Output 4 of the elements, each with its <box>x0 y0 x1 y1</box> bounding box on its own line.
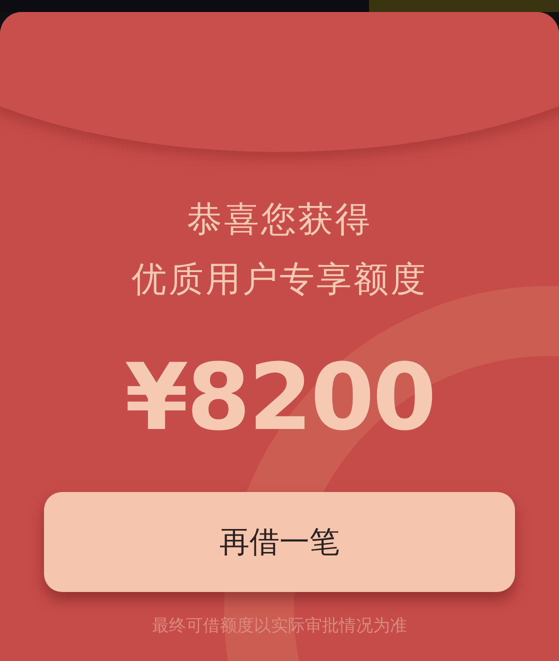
amount-text: ¥8200 <box>124 348 435 448</box>
headline-text: 恭喜您获得 <box>187 199 372 242</box>
borrow-again-button[interactable]: 再借一笔 <box>44 492 515 592</box>
headline-text: 优质用户专享额度 <box>132 259 428 302</box>
